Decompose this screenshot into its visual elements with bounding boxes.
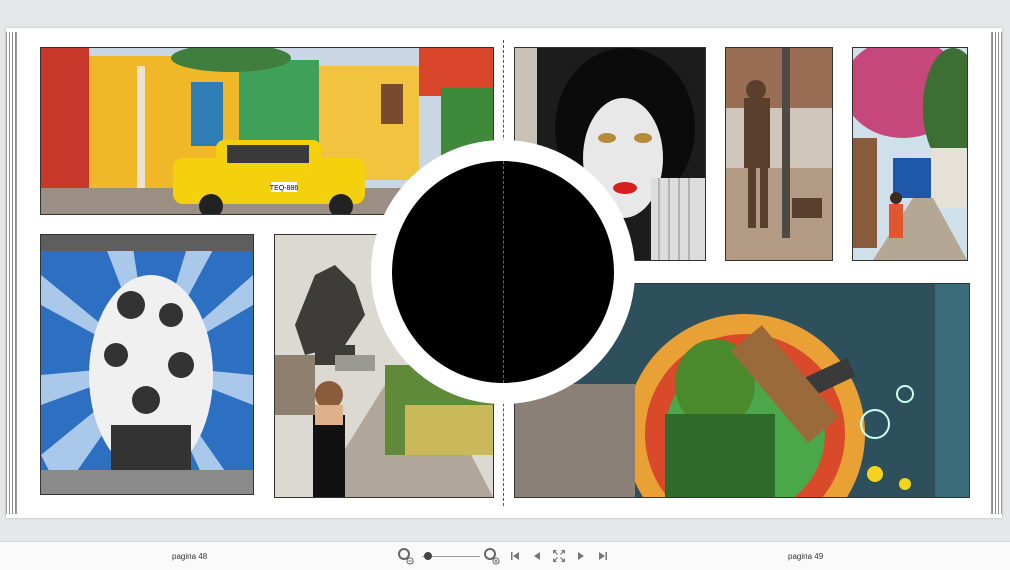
last-page-button[interactable] [596,547,610,565]
previous-page-icon [534,552,540,560]
next-page-icon [578,552,584,560]
viewer-toolbar: pagina 48 pagina 49 [0,541,1010,570]
right-page-label: pagina 49 [788,552,824,561]
zoom-in-button[interactable] [482,547,502,565]
first-page-icon [511,552,519,560]
previous-page-button[interactable] [530,547,544,565]
last-page-icon [599,552,607,560]
photo-blue-mural-graphic [41,235,253,494]
zoom-out-button[interactable] [396,547,416,565]
taxi-plate-text: TEQ-886 [270,185,299,192]
photo-statues-graphic [726,48,832,260]
fit-page-button[interactable] [550,547,568,565]
circle-fold-line [503,161,504,383]
page-stack-right-edge [991,32,1002,514]
first-page-button[interactable] [508,547,522,565]
photo-bougainvillea-graphic [853,48,967,260]
photo-book-spread: TEQ-886 [6,28,1002,518]
zoom-out-icon [398,548,414,565]
zoom-in-icon [484,548,500,565]
photo-blue-wall-mural[interactable] [40,234,254,495]
fit-page-icon [553,550,565,562]
photo-bronze-statues[interactable] [725,47,833,261]
page-stack-left-edge [6,32,17,514]
zoom-slider-thumb[interactable] [423,552,432,560]
next-page-button[interactable] [574,547,588,565]
left-page-label: pagina 48 [172,552,208,561]
photo-bougainvillea-street[interactable] [852,47,968,261]
